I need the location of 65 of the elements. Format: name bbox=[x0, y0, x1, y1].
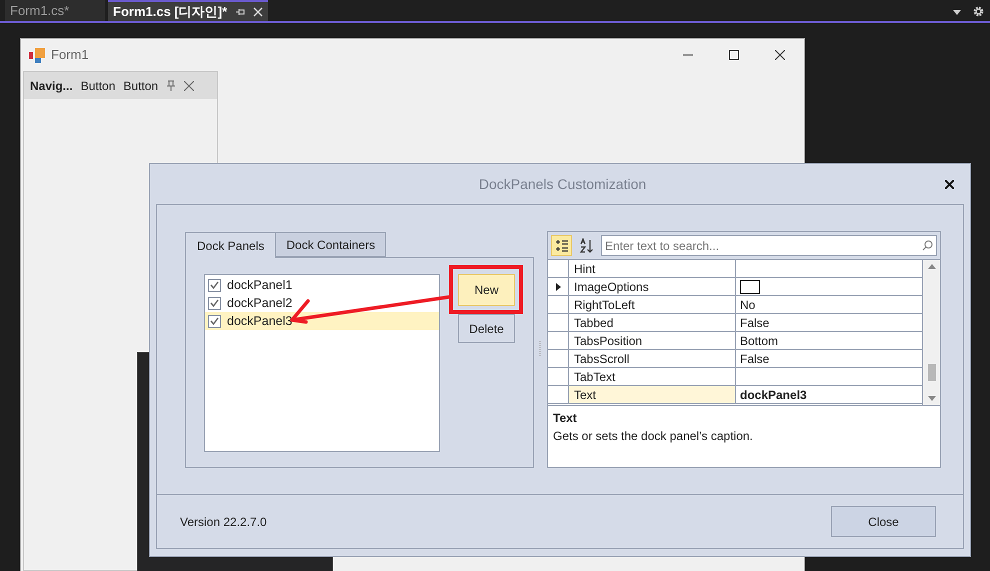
checkbox[interactable] bbox=[208, 278, 221, 292]
categorized-icon bbox=[554, 238, 568, 252]
property-row[interactable]: ImageOptions bbox=[548, 278, 922, 296]
panel-list-item[interactable]: dockPanel3 bbox=[205, 312, 439, 330]
panel-list-item[interactable]: dockPanel1 bbox=[205, 276, 439, 294]
color-swatch[interactable] bbox=[740, 280, 760, 294]
property-name[interactable]: TabsScroll bbox=[568, 350, 736, 367]
property-name[interactable]: Hint bbox=[568, 260, 736, 277]
check-icon bbox=[210, 317, 219, 325]
scroll-up-icon[interactable] bbox=[928, 264, 936, 269]
settings-icon[interactable] bbox=[973, 6, 984, 17]
expand-arrow-icon[interactable] bbox=[556, 282, 560, 290]
header-button[interactable]: Button bbox=[123, 76, 158, 94]
pin-icon[interactable] bbox=[166, 80, 176, 91]
panel-list-item[interactable]: dockPanel2 bbox=[205, 294, 439, 312]
scroll-down-icon[interactable] bbox=[928, 396, 936, 401]
editor-tab[interactable]: Form1.cs* bbox=[5, 0, 105, 21]
maximize-icon[interactable] bbox=[729, 50, 739, 60]
panel-name: dockPanel3 bbox=[227, 312, 292, 330]
property-row[interactable]: Hint bbox=[548, 260, 922, 278]
description-title: Text bbox=[553, 410, 577, 427]
checkbox[interactable] bbox=[208, 296, 221, 310]
property-value[interactable]: Bottom bbox=[740, 332, 778, 350]
property-value[interactable]: False bbox=[740, 350, 770, 368]
checkbox[interactable] bbox=[208, 314, 221, 328]
splitter-grip-icon[interactable] bbox=[539, 341, 542, 357]
property-row[interactable]: TabsPosition Bottom bbox=[548, 332, 922, 350]
dock-panel-caption: Navig... bbox=[30, 78, 73, 94]
version-label: Version 22.2.7.0 bbox=[180, 514, 267, 530]
property-name[interactable]: Text bbox=[568, 386, 736, 403]
property-value[interactable]: False bbox=[740, 314, 770, 332]
dialog-title: DockPanels Customization bbox=[478, 174, 648, 194]
description-text: Gets or sets the dock panel’s caption. bbox=[553, 428, 753, 445]
property-name[interactable]: TabText bbox=[568, 368, 736, 385]
toolbar-button[interactable] bbox=[551, 235, 572, 256]
header-button[interactable]: Button bbox=[80, 76, 116, 94]
property-name[interactable]: TabsPosition bbox=[568, 332, 736, 349]
search-field[interactable]: Enter text to search... bbox=[601, 235, 937, 256]
dropdown-icon[interactable] bbox=[953, 10, 961, 15]
property-value[interactable]: No bbox=[740, 296, 756, 314]
scrollbar[interactable] bbox=[922, 260, 940, 405]
app-logo-icon bbox=[29, 48, 46, 62]
dialog-action-button[interactable]: New bbox=[458, 274, 515, 306]
property-row[interactable]: Tabbed False bbox=[548, 314, 922, 332]
close-icon[interactable] bbox=[945, 180, 954, 188]
close-button[interactable]: Close bbox=[831, 506, 936, 537]
check-icon bbox=[210, 281, 219, 289]
dialog-tab[interactable]: Dock Panels bbox=[185, 232, 276, 258]
property-name[interactable]: RightToLeft bbox=[568, 296, 736, 313]
property-row[interactable]: TabsScroll False bbox=[548, 350, 922, 368]
form-title: Form1 bbox=[51, 46, 89, 64]
panel-name: dockPanel2 bbox=[227, 294, 292, 312]
close-icon[interactable] bbox=[775, 50, 785, 60]
property-row[interactable]: Text dockPanel3 bbox=[548, 386, 922, 404]
scroll-thumb[interactable] bbox=[928, 364, 936, 381]
dialog-action-button[interactable]: Delete bbox=[458, 314, 515, 343]
panel-name: dockPanel1 bbox=[227, 276, 292, 294]
dialog-tab[interactable]: Dock Containers bbox=[276, 232, 386, 257]
check-icon bbox=[210, 299, 219, 307]
property-name[interactable]: ImageOptions bbox=[568, 278, 736, 295]
property-value[interactable]: dockPanel3 bbox=[740, 386, 807, 404]
property-row[interactable]: RightToLeft No bbox=[548, 296, 922, 314]
search-icon[interactable] bbox=[922, 240, 933, 251]
sort-az-icon bbox=[578, 238, 594, 254]
property-name[interactable]: Tabbed bbox=[568, 314, 736, 331]
